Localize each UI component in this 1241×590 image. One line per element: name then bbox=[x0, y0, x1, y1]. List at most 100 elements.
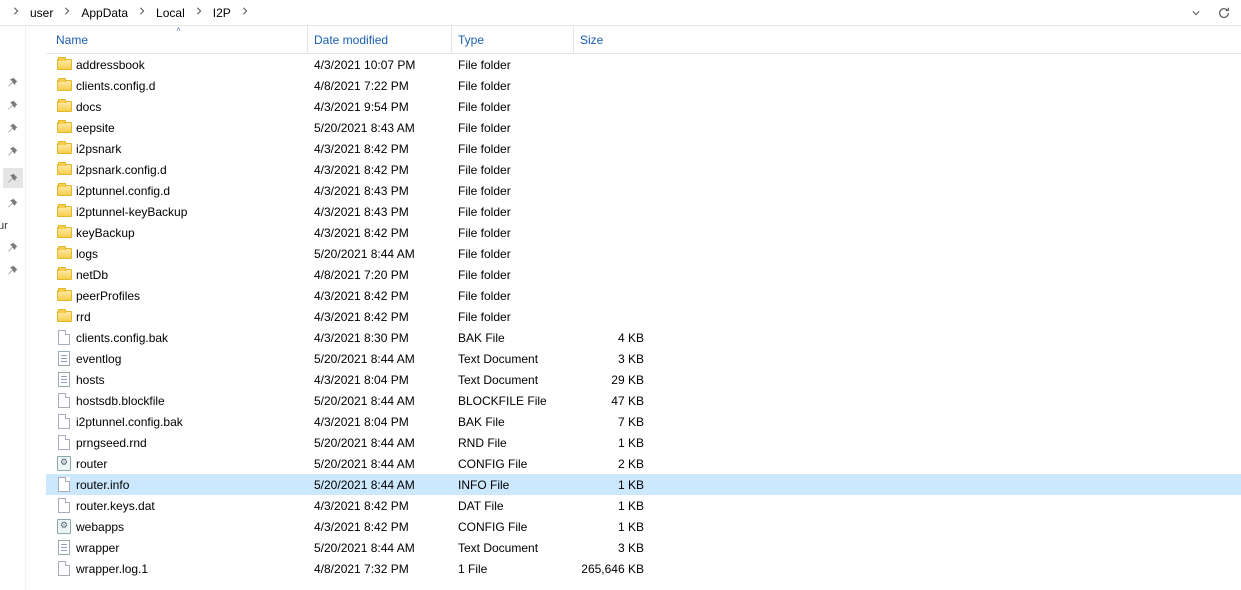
table-row[interactable]: hosts4/3/2021 8:04 PMText Document29 KB bbox=[46, 369, 1241, 390]
chevron-right-icon[interactable] bbox=[57, 7, 77, 18]
file-type: RND File bbox=[452, 436, 574, 450]
file-name: prngseed.rnd bbox=[76, 436, 147, 450]
file-name: router.keys.dat bbox=[76, 499, 155, 513]
file-name: docs bbox=[76, 100, 101, 114]
table-row[interactable]: peerProfiles4/3/2021 8:42 PMFile folder bbox=[46, 285, 1241, 306]
folder-icon bbox=[56, 183, 72, 199]
folder-icon bbox=[56, 309, 72, 325]
pin-icon[interactable] bbox=[6, 99, 20, 113]
pin-icon[interactable] bbox=[6, 264, 20, 278]
table-row[interactable]: clients.config.d4/8/2021 7:22 PMFile fol… bbox=[46, 75, 1241, 96]
table-row[interactable]: i2ptunnel.config.d4/3/2021 8:43 PMFile f… bbox=[46, 180, 1241, 201]
table-row[interactable]: router.keys.dat4/3/2021 8:42 PMDAT File1… bbox=[46, 495, 1241, 516]
folder-icon bbox=[56, 57, 72, 73]
file-name: peerProfiles bbox=[76, 289, 140, 303]
file-name: router bbox=[76, 457, 107, 471]
folder-icon bbox=[56, 162, 72, 178]
pin-icon[interactable] bbox=[6, 197, 20, 211]
pin-icon[interactable] bbox=[6, 76, 20, 90]
file-name: logs bbox=[76, 247, 98, 261]
table-row[interactable]: router5/20/2021 8:44 AMCONFIG File2 KB bbox=[46, 453, 1241, 474]
file-type: File folder bbox=[452, 58, 574, 72]
file-name: netDb bbox=[76, 268, 108, 282]
breadcrumb-segment[interactable]: user bbox=[26, 4, 57, 22]
address-bar[interactable]: user AppData Local I2P bbox=[0, 0, 1241, 26]
table-row[interactable]: router.info5/20/2021 8:44 AMINFO File1 K… bbox=[46, 474, 1241, 495]
file-type: CONFIG File bbox=[452, 520, 574, 534]
file-name: webapps bbox=[76, 520, 124, 534]
file-name: eventlog bbox=[76, 352, 121, 366]
table-row[interactable]: webapps4/3/2021 8:42 PMCONFIG File1 KB bbox=[46, 516, 1241, 537]
pin-icon[interactable] bbox=[6, 145, 20, 159]
table-row[interactable]: i2ptunnel.config.bak 4/3/2021 8:04 PMBAK … bbox=[46, 411, 1241, 432]
table-row[interactable]: docs4/3/2021 9:54 PMFile folder bbox=[46, 96, 1241, 117]
table-row[interactable]: eventlog5/20/2021 8:44 AMText Document3 … bbox=[46, 348, 1241, 369]
folder-icon bbox=[56, 120, 72, 136]
config-file-icon bbox=[56, 519, 72, 535]
config-file-icon bbox=[56, 456, 72, 472]
table-row[interactable]: keyBackup4/3/2021 8:42 PMFile folder bbox=[46, 222, 1241, 243]
file-name: i2psnark bbox=[76, 142, 121, 156]
table-row[interactable]: prngseed.rnd5/20/2021 8:44 AMRND File1 K… bbox=[46, 432, 1241, 453]
file-type: File folder bbox=[452, 289, 574, 303]
table-row[interactable]: clients.config.bak4/3/2021 8:30 PMBAK Fi… bbox=[46, 327, 1241, 348]
table-row[interactable]: i2ptunnel-keyBackup4/3/2021 8:43 PMFile … bbox=[46, 201, 1241, 222]
pin-icon[interactable] bbox=[6, 241, 20, 255]
table-row[interactable]: addressbook4/3/2021 10:07 PMFile folder bbox=[46, 54, 1241, 75]
chevron-right-icon[interactable] bbox=[6, 7, 26, 18]
text-file-icon bbox=[56, 540, 72, 556]
quick-access-strip: ur bbox=[0, 26, 26, 590]
file-date: 4/3/2021 8:43 PM bbox=[308, 184, 452, 198]
file-date: 4/3/2021 8:30 PM bbox=[308, 331, 452, 345]
pin-icon[interactable] bbox=[3, 168, 23, 188]
file-size: 3 KB bbox=[574, 541, 650, 555]
chevron-right-icon[interactable] bbox=[235, 7, 255, 18]
table-row[interactable]: logs5/20/2021 8:44 AMFile folder bbox=[46, 243, 1241, 264]
breadcrumb-segment[interactable]: AppData bbox=[77, 4, 132, 22]
file-name: hosts bbox=[76, 373, 105, 387]
file-type: File folder bbox=[452, 163, 574, 177]
file-type: File folder bbox=[452, 247, 574, 261]
file-type: BAK File bbox=[452, 415, 574, 429]
quick-access-label: ur bbox=[0, 220, 8, 232]
table-row[interactable]: i2psnark4/3/2021 8:42 PMFile folder bbox=[46, 138, 1241, 159]
folder-icon bbox=[56, 99, 72, 115]
pin-icon[interactable] bbox=[6, 122, 20, 136]
column-headers: ˄ Name Date modified Type Size bbox=[46, 26, 1241, 54]
table-row[interactable]: netDb4/8/2021 7:20 PMFile folder bbox=[46, 264, 1241, 285]
table-row[interactable]: rrd4/3/2021 8:42 PMFile folder bbox=[46, 306, 1241, 327]
dropdown-button[interactable] bbox=[1185, 2, 1207, 24]
file-type: File folder bbox=[452, 205, 574, 219]
table-row[interactable]: eepsite5/20/2021 8:43 AMFile folder bbox=[46, 117, 1241, 138]
file-date: 4/3/2021 8:04 PM bbox=[308, 415, 452, 429]
refresh-button[interactable] bbox=[1213, 2, 1235, 24]
file-type: BAK File bbox=[452, 331, 574, 345]
folder-icon bbox=[56, 225, 72, 241]
table-row[interactable]: wrapper.log.14/8/2021 7:32 PM1 File265,6… bbox=[46, 558, 1241, 579]
file-type: File folder bbox=[452, 310, 574, 324]
breadcrumb-segment[interactable]: I2P bbox=[209, 4, 235, 22]
table-row[interactable]: i2psnark.config.d4/3/2021 8:42 PMFile fo… bbox=[46, 159, 1241, 180]
file-date: 4/3/2021 8:42 PM bbox=[308, 499, 452, 513]
file-name: keyBackup bbox=[76, 226, 135, 240]
file-date: 4/3/2021 8:04 PM bbox=[308, 373, 452, 387]
file-size: 1 KB bbox=[574, 478, 650, 492]
column-header-size[interactable]: Size bbox=[574, 26, 650, 53]
text-file-icon bbox=[56, 372, 72, 388]
file-name: eepsite bbox=[76, 121, 115, 135]
chevron-right-icon[interactable] bbox=[189, 7, 209, 18]
folder-icon bbox=[56, 246, 72, 262]
column-header-type[interactable]: Type bbox=[452, 26, 574, 53]
file-date: 4/3/2021 8:42 PM bbox=[308, 310, 452, 324]
column-header-date[interactable]: Date modified bbox=[308, 26, 452, 53]
file-size: 1 KB bbox=[574, 436, 650, 450]
file-list[interactable]: addressbook4/3/2021 10:07 PMFile folderc… bbox=[46, 54, 1241, 590]
breadcrumb-segment[interactable]: Local bbox=[152, 4, 189, 22]
table-row[interactable]: wrapper5/20/2021 8:44 AMText Document3 K… bbox=[46, 537, 1241, 558]
table-row[interactable]: hostsdb.blockfile5/20/2021 8:44 AMBLOCKF… bbox=[46, 390, 1241, 411]
file-date: 5/20/2021 8:44 AM bbox=[308, 478, 452, 492]
chevron-right-icon[interactable] bbox=[132, 7, 152, 18]
file-name: i2ptunnel.config.bak bbox=[76, 415, 183, 429]
column-header-name[interactable]: ˄ Name bbox=[50, 26, 308, 53]
breadcrumb[interactable]: user AppData Local I2P bbox=[6, 4, 1185, 22]
